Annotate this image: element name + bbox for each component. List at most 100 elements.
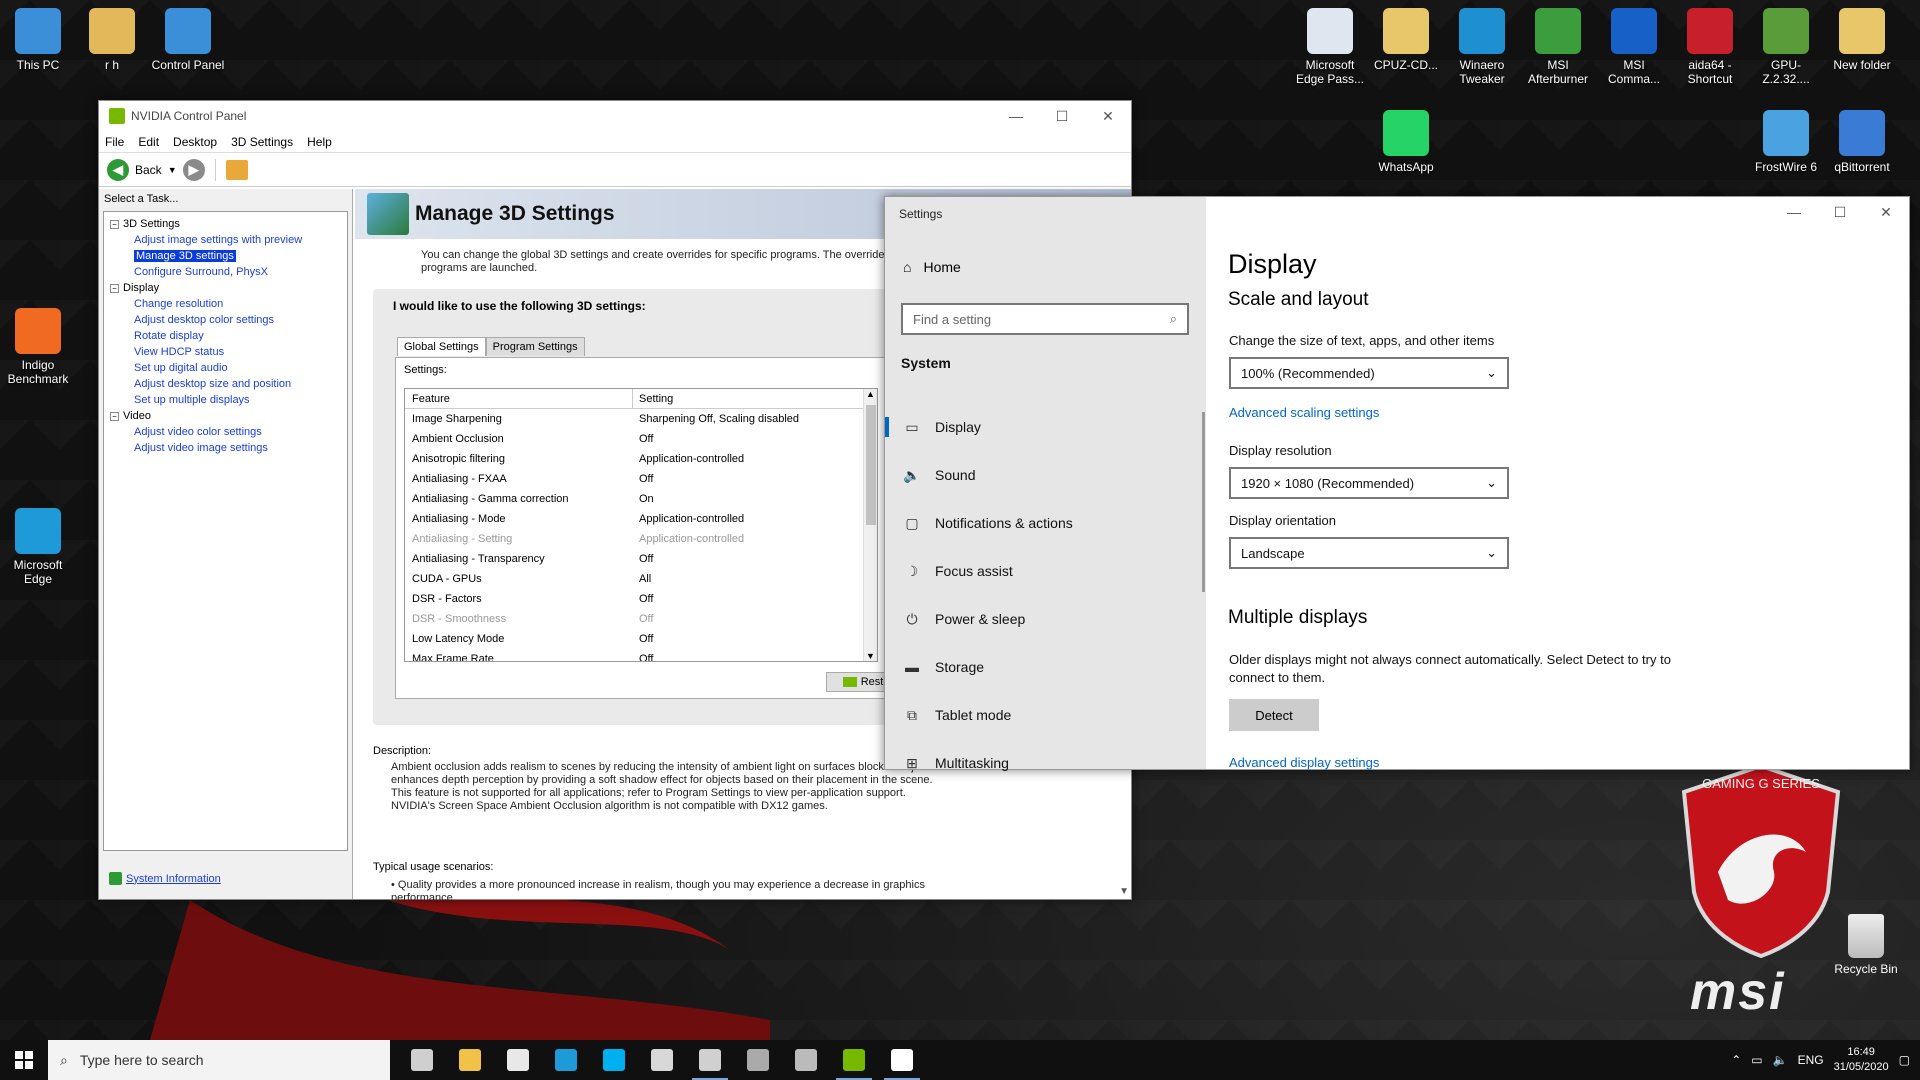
nav-item-tablet-mode[interactable]: ⧉ Tablet mode: [885, 691, 1206, 739]
device-taskbar-button[interactable]: [782, 1040, 830, 1080]
nav-item-sound[interactable]: 🔈 Sound: [885, 451, 1206, 499]
tree-item[interactable]: Adjust desktop size and position: [110, 376, 347, 392]
back-arrow-icon[interactable]: ◀: [107, 158, 129, 181]
network-icon[interactable]: ▭: [1751, 1053, 1762, 1067]
collapse-toggle-icon[interactable]: −: [110, 411, 119, 421]
home-nav-item[interactable]: ⌂ Home: [903, 259, 961, 275]
table-row[interactable]: Antialiasing - FXAA Off: [405, 469, 877, 489]
gpuz-desktop-icon[interactable]: GPU-Z.2.32....: [1748, 8, 1824, 86]
close-button[interactable]: ✕: [1863, 197, 1909, 227]
computer-desktop-icon[interactable]: This PC: [0, 8, 76, 72]
collapse-toggle-icon[interactable]: −: [110, 283, 119, 293]
store-taskbar-button[interactable]: [494, 1040, 542, 1080]
msi-dragon-taskbar-button[interactable]: [686, 1040, 734, 1080]
edge-taskbar-button[interactable]: [542, 1040, 590, 1080]
grid-scrollbar[interactable]: ▲ ▼: [863, 389, 877, 661]
advanced-scaling-link[interactable]: Advanced scaling settings: [1229, 405, 1379, 420]
document-desktop-icon[interactable]: Microsoft Edge Pass...: [1292, 8, 1368, 86]
afterburner-desktop-icon[interactable]: MSI Afterburner: [1520, 8, 1596, 86]
back-button-label[interactable]: Back: [135, 163, 162, 177]
scroll-down-icon[interactable]: ▼: [864, 651, 877, 661]
start-button[interactable]: [0, 1040, 48, 1080]
tree-item[interactable]: Adjust desktop color settings: [110, 312, 347, 328]
minimize-button[interactable]: —: [1771, 197, 1817, 227]
volume-icon[interactable]: 🔈: [1773, 1053, 1788, 1067]
advanced-display-settings-link[interactable]: Advanced display settings: [1229, 755, 1379, 770]
tab-program-settings[interactable]: Program Settings: [485, 337, 585, 356]
minimize-button[interactable]: —: [993, 101, 1039, 131]
nav-item-storage[interactable]: ▬ Storage: [885, 643, 1206, 691]
action-center-icon[interactable]: ▢: [1899, 1053, 1910, 1067]
table-row[interactable]: Anisotropic filtering Application-control…: [405, 449, 877, 469]
nav-scrollbar[interactable]: [1202, 412, 1205, 592]
maximize-button[interactable]: ☐: [1039, 101, 1085, 131]
user-folder-desktop-icon[interactable]: r h: [74, 8, 150, 72]
winaero-desktop-icon[interactable]: Winaero Tweaker: [1444, 8, 1520, 86]
table-row[interactable]: Antialiasing - Mode Application-controlle…: [405, 509, 877, 529]
taskbar-search-box[interactable]: ⌕ Type here to search: [48, 1040, 390, 1080]
menu-help[interactable]: Help: [307, 135, 332, 149]
tray-chevron-up-icon[interactable]: ⌃: [1731, 1053, 1741, 1067]
frostwire-desktop-icon[interactable]: FrostWire 6: [1748, 110, 1824, 174]
table-row[interactable]: Antialiasing - Setting Application-contro…: [405, 529, 877, 549]
setting-column-header[interactable]: Setting: [633, 393, 673, 405]
table-row[interactable]: Max Frame Rate Off: [405, 649, 877, 661]
nav-item-notifications-actions[interactable]: ▢ Notifications & actions: [885, 499, 1206, 547]
nav-item-multitasking[interactable]: ⊞ Multitasking: [885, 739, 1206, 787]
mail-taskbar-button[interactable]: [638, 1040, 686, 1080]
tree-item[interactable]: Adjust video color settings: [110, 424, 347, 440]
keyboard-taskbar-button[interactable]: [734, 1040, 782, 1080]
tree-item[interactable]: Change resolution: [110, 296, 347, 312]
aida64-desktop-icon[interactable]: aida64 - Shortcut: [1672, 8, 1748, 86]
back-dropdown-chevron-icon[interactable]: ▼: [168, 165, 177, 175]
tree-item[interactable]: Adjust image settings with preview: [110, 232, 347, 248]
feature-column-header[interactable]: Feature: [405, 389, 633, 409]
menu-edit[interactable]: Edit: [138, 135, 159, 149]
table-row[interactable]: CUDA - GPUs All: [405, 569, 877, 589]
edge-desktop-icon[interactable]: Microsoft Edge: [0, 508, 76, 586]
collapse-toggle-icon[interactable]: −: [110, 219, 119, 229]
tree-item[interactable]: Manage 3D settings: [110, 248, 347, 264]
menu-3d-settings[interactable]: 3D Settings: [231, 135, 293, 149]
indigo-desktop-icon[interactable]: Indigo Benchmark: [0, 308, 76, 386]
table-row[interactable]: Ambient Occlusion Off: [405, 429, 877, 449]
nvidia-taskbar-button[interactable]: [830, 1040, 878, 1080]
scroll-up-icon[interactable]: ▲: [864, 389, 877, 399]
tree-item[interactable]: Rotate display: [110, 328, 347, 344]
resolution-dropdown[interactable]: 1920 × 1080 (Recommended) ⌄: [1229, 467, 1509, 499]
language-indicator[interactable]: ENG: [1798, 1053, 1824, 1067]
table-row[interactable]: DSR - Factors Off: [405, 589, 877, 609]
main-scroll-down-icon[interactable]: ▼: [1119, 886, 1129, 897]
task-view-taskbar-button[interactable]: [398, 1040, 446, 1080]
tree-item[interactable]: View HDCP status: [110, 344, 347, 360]
tree-item[interactable]: Set up multiple displays: [110, 392, 347, 408]
nvidia-titlebar[interactable]: NVIDIA Control Panel — ☐ ✕: [99, 101, 1131, 131]
tree-group-display[interactable]: − Display: [110, 280, 347, 296]
maximize-button[interactable]: ☐: [1817, 197, 1863, 227]
table-row[interactable]: Image Sharpening Sharpening Off, Scaling …: [405, 409, 877, 429]
qbittorrent-desktop-icon[interactable]: qBittorrent: [1824, 110, 1900, 174]
control-panel-desktop-icon[interactable]: Control Panel: [150, 8, 226, 72]
folder-desktop-icon[interactable]: New folder: [1824, 8, 1900, 72]
find-setting-search-box[interactable]: Find a setting ⌕: [901, 303, 1189, 335]
tree-item[interactable]: Adjust video image settings: [110, 440, 347, 456]
tree-group-video[interactable]: − Video: [110, 408, 347, 424]
file-explorer-taskbar-button[interactable]: [446, 1040, 494, 1080]
tree-group-3d-settings[interactable]: −3D Settings: [110, 216, 347, 232]
whatsapp-desktop-icon[interactable]: WhatsApp: [1368, 110, 1444, 174]
tree-item[interactable]: Configure Surround, PhysX: [110, 264, 347, 280]
forward-arrow-icon[interactable]: ▶: [182, 158, 205, 181]
table-row[interactable]: Antialiasing - Transparency Off: [405, 549, 877, 569]
close-button[interactable]: ✕: [1085, 101, 1131, 131]
table-row[interactable]: Low Latency Mode Off: [405, 629, 877, 649]
orientation-dropdown[interactable]: Landscape ⌄: [1229, 537, 1509, 569]
scroll-thumb[interactable]: [866, 405, 876, 525]
scale-dropdown[interactable]: 100% (Recommended) ⌄: [1229, 357, 1509, 389]
clock[interactable]: 16:49 31/05/2020: [1834, 1045, 1889, 1075]
skype-taskbar-button[interactable]: [590, 1040, 638, 1080]
table-row[interactable]: DSR - Smoothness Off: [405, 609, 877, 629]
nav-item-display[interactable]: ▭ Display: [885, 403, 1206, 451]
tree-item[interactable]: Set up digital audio: [110, 360, 347, 376]
msi-command-desktop-icon[interactable]: MSI Comma...: [1596, 8, 1672, 86]
settings-gear-taskbar-button[interactable]: [878, 1040, 926, 1080]
